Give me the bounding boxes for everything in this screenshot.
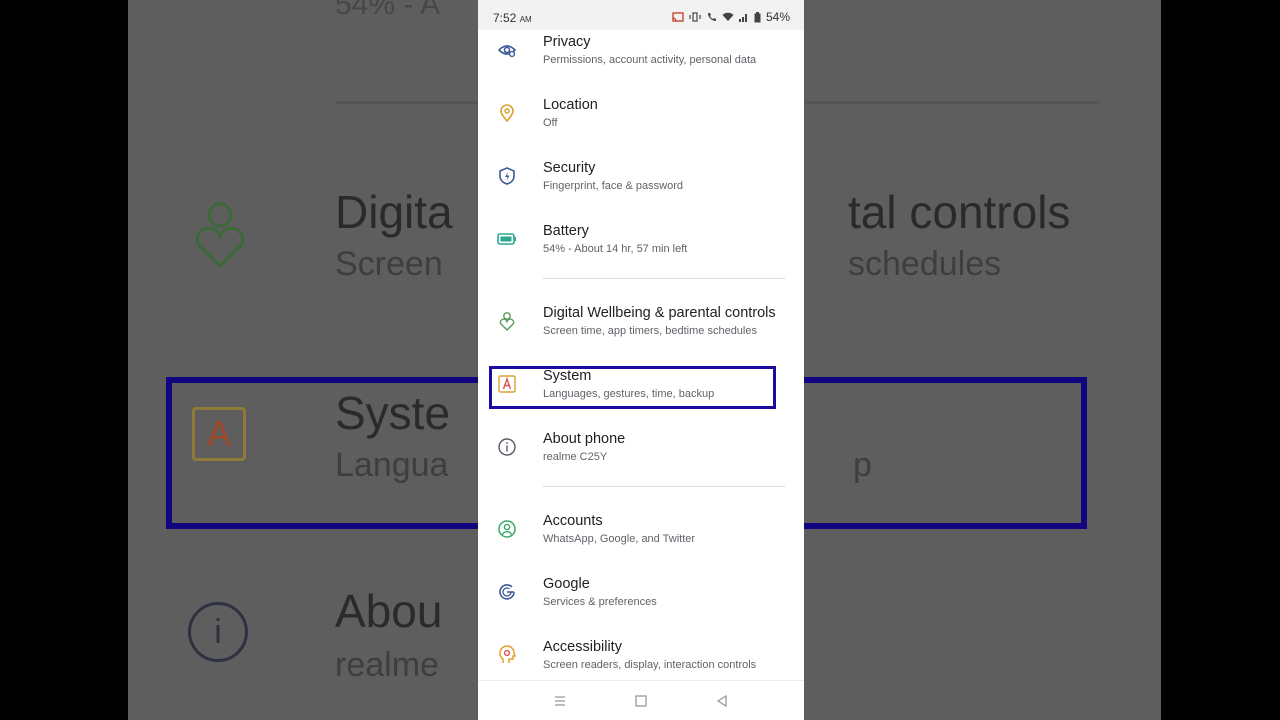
home-nav-icon[interactable]	[633, 693, 649, 709]
settings-item-title: Battery	[543, 223, 589, 239]
accessibility-head-icon	[499, 645, 517, 663]
wellbeing-heart-icon	[499, 312, 515, 331]
settings-item-subtitle: Screen time, app timers, bedtime schedul…	[543, 325, 757, 337]
privacy-eye-icon	[497, 45, 517, 58]
settings-item-subtitle: realme C25Y	[543, 451, 608, 463]
section-divider	[543, 278, 785, 279]
settings-item-accounts[interactable]: Accounts WhatsApp, Google, and Twitter	[478, 509, 804, 569]
bg-system-icon: A	[192, 407, 246, 461]
highlight-box	[489, 366, 776, 409]
settings-item-subtitle: Fingerprint, face & password	[543, 180, 684, 192]
bg-wellbeing-heart-icon	[195, 202, 245, 269]
settings-item-title: Google	[543, 576, 590, 592]
settings-item-subtitle: Off	[543, 117, 558, 129]
settings-item-security[interactable]: Security Fingerprint, face & password	[478, 156, 804, 216]
settings-item-about-phone[interactable]: About phone realme C25Y	[478, 427, 804, 487]
info-icon	[498, 438, 516, 456]
bg-wellbeing-title-left: Digita	[335, 186, 453, 238]
settings-item-subtitle: Screen readers, display, interaction con…	[543, 659, 757, 671]
bg-system-sub: Langua	[335, 446, 449, 484]
security-shield-icon	[499, 167, 515, 185]
settings-item-subtitle: 54% - About 14 hr, 57 min left	[543, 243, 688, 255]
battery-icon	[497, 233, 516, 245]
navigation-bar	[478, 680, 804, 720]
status-battery-percent: 54%	[765, 10, 790, 24]
settings-item-title: Location	[543, 97, 598, 113]
cast-icon	[672, 12, 684, 22]
bg-wellbeing-title-right: tal controls	[848, 186, 1071, 238]
settings-item-title: Accounts	[543, 513, 603, 529]
vibrate-icon	[689, 12, 701, 22]
bg-wellbeing-sub-left: Screen	[335, 245, 443, 283]
back-nav-icon[interactable]	[714, 693, 730, 709]
settings-item-location[interactable]: Location Off	[478, 93, 804, 153]
wifi-call-icon	[707, 13, 716, 21]
phone-screen: 7:52 AM 54% Privacy Permissions, account…	[478, 0, 804, 720]
section-divider	[543, 486, 785, 487]
status-time: 7:52 AM	[493, 11, 532, 25]
wifi-icon	[722, 12, 734, 21]
location-pin-icon	[500, 104, 514, 123]
settings-item-subtitle: WhatsApp, Google, and Twitter	[543, 533, 696, 545]
settings-item-title: Digital Wellbeing & parental controls	[543, 305, 776, 321]
bg-system-sub-right: p	[853, 446, 872, 484]
bg-about-sub: realme	[335, 646, 439, 684]
settings-item-battery[interactable]: Battery 54% - About 14 hr, 57 min left	[478, 219, 804, 279]
menu-nav-icon[interactable]	[552, 693, 568, 709]
status-icons: 54%	[672, 10, 790, 24]
accounts-icon	[498, 520, 516, 538]
status-bar: 7:52 AM 54%	[478, 0, 804, 30]
settings-item-title: Privacy	[543, 34, 591, 50]
bg-battery-text: 54% - A	[335, 0, 441, 21]
settings-item-subtitle: Services & preferences	[543, 596, 657, 608]
signal-icon	[738, 14, 747, 22]
bg-about-title: Abou	[335, 585, 443, 637]
settings-item-google[interactable]: Google Services & preferences	[478, 572, 804, 632]
settings-item-title: Security	[543, 160, 596, 176]
settings-item-digital-wellbeing[interactable]: Digital Wellbeing & parental controls Sc…	[478, 301, 804, 361]
settings-item-title: About phone	[543, 431, 626, 447]
settings-item-subtitle: Permissions, account activity, personal …	[543, 54, 757, 66]
settings-item-title: Accessibility	[543, 639, 622, 655]
settings-item-privacy[interactable]: Privacy Permissions, account activity, p…	[478, 30, 804, 90]
bg-info-icon: i	[188, 602, 248, 662]
bg-system-title: Syste	[335, 387, 451, 439]
status-ampm: AM	[519, 15, 532, 24]
battery-status-icon	[754, 11, 761, 22]
google-g-icon	[499, 584, 515, 600]
bg-wellbeing-sub-right: schedules	[848, 245, 1002, 283]
